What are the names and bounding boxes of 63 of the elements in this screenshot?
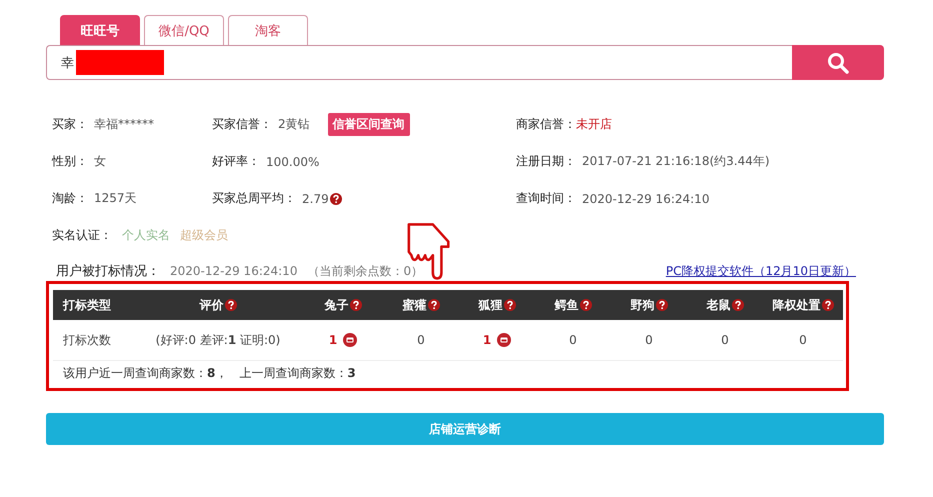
help-icon[interactable] bbox=[428, 299, 440, 311]
search-icon bbox=[827, 52, 849, 74]
column-header: 蜜獾 bbox=[402, 296, 426, 314]
field-value: 100.00% bbox=[266, 154, 320, 168]
field-label: 实名认证： bbox=[52, 227, 112, 244]
field-value: 幸福****** bbox=[94, 116, 154, 133]
field-label: 淘龄： bbox=[52, 190, 88, 207]
search-button[interactable] bbox=[792, 45, 884, 80]
field-label: 买家： bbox=[52, 116, 88, 133]
table-cell: 0 bbox=[417, 333, 425, 347]
diagnose-button[interactable]: 店铺运营诊断 bbox=[46, 413, 884, 445]
field-label: 性别： bbox=[52, 153, 88, 170]
column-header: 兔子 bbox=[324, 296, 348, 314]
search-field[interactable]: 幸 bbox=[46, 45, 792, 80]
help-icon[interactable] bbox=[504, 299, 516, 311]
table-cell: 打标次数 bbox=[63, 332, 111, 348]
field-label: 买家信誉： bbox=[212, 116, 272, 133]
column-header: 老鼠 bbox=[706, 296, 730, 314]
field-label: 好评率： bbox=[212, 153, 260, 170]
table-cell: 1 bbox=[482, 333, 492, 347]
table-cell: 1 bbox=[328, 333, 338, 347]
column-header: 评价 bbox=[200, 296, 224, 314]
field-label: 买家总周平均： bbox=[212, 190, 296, 207]
field-value: 2020-12-29 16:24:10 bbox=[582, 192, 710, 206]
field-value: 2.79 bbox=[302, 192, 329, 206]
verification-tag: 超级会员 bbox=[180, 227, 228, 244]
table-cell: 0 bbox=[645, 333, 653, 347]
help-icon[interactable] bbox=[350, 299, 362, 311]
detail-icon[interactable] bbox=[497, 333, 512, 347]
search-tab[interactable]: 淘客 bbox=[228, 15, 308, 45]
help-icon[interactable] bbox=[224, 299, 236, 311]
column-header: 降权处置 bbox=[772, 296, 820, 314]
field-value: 未开店 bbox=[576, 116, 612, 133]
credit-query-button[interactable]: 信誉区间查询 bbox=[328, 113, 410, 136]
query-count-text: 该用户近一周查询商家数：8， 上一周查询商家数：3 bbox=[62, 365, 357, 382]
help-icon[interactable] bbox=[732, 299, 744, 311]
search-tab[interactable]: 旺旺号 bbox=[60, 15, 140, 45]
field-label: 查询时间： bbox=[516, 190, 576, 207]
field-value: 1257天 bbox=[94, 190, 137, 207]
table-cell: 0 bbox=[569, 333, 577, 347]
detail-icon[interactable] bbox=[343, 333, 358, 347]
help-icon[interactable] bbox=[656, 299, 668, 311]
field-value: 2017-07-21 21:16:18(约3.44年) bbox=[582, 153, 770, 170]
field-value: 2黄钻 bbox=[278, 116, 310, 133]
table-cell: (好评:0 差评:1 证明:0) bbox=[156, 332, 280, 348]
column-header: 鳄鱼 bbox=[554, 296, 578, 314]
remaining-points: （当前剩余点数：0） bbox=[307, 262, 424, 280]
field-value: 女 bbox=[94, 153, 106, 170]
column-header: 野狗 bbox=[630, 296, 654, 314]
table-cell: 0 bbox=[721, 333, 729, 347]
search-tab[interactable]: 微信/QQ bbox=[144, 15, 224, 45]
help-icon[interactable] bbox=[822, 299, 834, 311]
field-label: 商家信誉： bbox=[516, 116, 576, 133]
marking-title: 用户被打标情况： bbox=[56, 263, 160, 280]
field-label: 注册日期： bbox=[516, 153, 576, 170]
verification-tag: 个人实名 bbox=[122, 227, 170, 244]
table-cell: 0 bbox=[799, 333, 807, 347]
column-header: 狐狸 bbox=[478, 296, 502, 314]
help-icon[interactable] bbox=[580, 299, 592, 311]
download-link[interactable]: PC降权提交软件（12月10日更新） bbox=[666, 262, 856, 280]
help-icon[interactable] bbox=[330, 192, 342, 204]
column-header: 打标类型 bbox=[63, 296, 111, 314]
marking-time: 2020-12-29 16:24:10 bbox=[170, 264, 298, 278]
